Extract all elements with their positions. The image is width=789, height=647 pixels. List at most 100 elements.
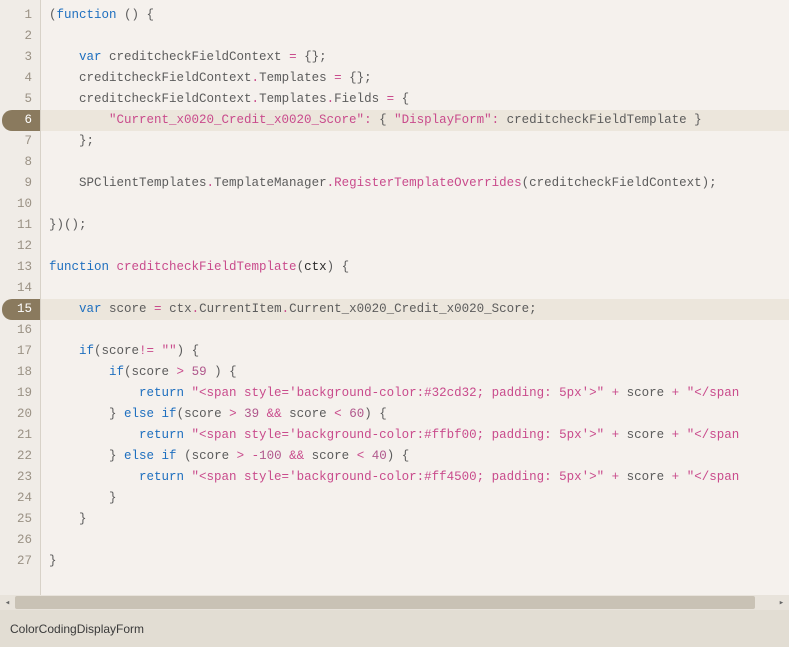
code-token: creditcheckFieldTemplate } (499, 113, 702, 127)
code-token: != (139, 344, 154, 358)
line-number[interactable]: 19 (0, 383, 40, 404)
line-number[interactable]: 23 (0, 467, 40, 488)
code-token: ctx (304, 260, 327, 274)
line-number[interactable]: 15 (2, 299, 40, 320)
line-number[interactable]: 18 (0, 362, 40, 383)
code-line[interactable]: "Current_x0020_Credit_x0020_Score": { "D… (41, 110, 789, 131)
code-line[interactable]: var creditcheckFieldContext = {}; (41, 47, 789, 68)
code-token: creditcheckFieldTemplate (117, 260, 297, 274)
code-token: TemplateManager (214, 176, 327, 190)
code-token: 60 (349, 407, 364, 421)
code-token: ctx (162, 302, 192, 316)
line-number[interactable]: 13 (0, 257, 40, 278)
code-line[interactable]: function creditcheckFieldTemplate(ctx) { (41, 257, 789, 278)
code-token: (creditcheckFieldContext); (522, 176, 717, 190)
line-number[interactable]: 24 (0, 488, 40, 509)
code-line[interactable]: if(score!= "") { (41, 341, 789, 362)
line-number[interactable]: 16 (0, 320, 40, 341)
code-editor[interactable]: 1234567891011121314151617181920212223242… (0, 0, 789, 610)
code-token: () { (117, 8, 155, 22)
code-token: < (334, 407, 342, 421)
line-number[interactable]: 17 (0, 341, 40, 362)
line-number[interactable]: 20 (0, 404, 40, 425)
line-number[interactable]: 14 (0, 278, 40, 299)
line-number[interactable]: 1 (0, 5, 40, 26)
code-token: "</span (687, 386, 740, 400)
code-line[interactable] (41, 26, 789, 47)
code-token (49, 344, 79, 358)
code-line[interactable]: } (41, 551, 789, 572)
code-token: creditcheckFieldContext (49, 92, 252, 106)
line-number[interactable]: 7 (0, 131, 40, 152)
code-line[interactable]: })(); (41, 215, 789, 236)
code-line[interactable]: } else if (score > -100 && score < 40) { (41, 446, 789, 467)
code-line[interactable]: (function () { (41, 5, 789, 26)
code-token: : (364, 113, 372, 127)
line-number[interactable]: 5 (0, 89, 40, 110)
code-line[interactable]: } (41, 509, 789, 530)
code-area[interactable]: (function () { var creditcheckFieldConte… (41, 0, 789, 610)
code-token: ) { (327, 260, 350, 274)
code-token (604, 428, 612, 442)
line-number[interactable]: 10 (0, 194, 40, 215)
code-line[interactable]: return "<span style='background-color:#f… (41, 425, 789, 446)
code-token: else (124, 407, 154, 421)
line-number[interactable]: 4 (0, 68, 40, 89)
scroll-left-arrow[interactable]: ◂ (0, 595, 15, 610)
code-token (109, 260, 117, 274)
code-token (184, 386, 192, 400)
code-token: "Current_x0020_Credit_x0020_Score" (109, 113, 364, 127)
line-number[interactable]: 22 (0, 446, 40, 467)
code-line[interactable] (41, 236, 789, 257)
code-token: = (387, 92, 395, 106)
line-number[interactable]: 3 (0, 47, 40, 68)
code-line[interactable]: }; (41, 131, 789, 152)
code-line[interactable]: return "<span style='background-color:#f… (41, 467, 789, 488)
code-token: if (79, 344, 94, 358)
scrollbar-thumb[interactable] (15, 596, 755, 609)
code-line[interactable]: creditcheckFieldContext.Templates = {}; (41, 68, 789, 89)
code-token: && (267, 407, 282, 421)
code-token: (score (124, 365, 177, 379)
line-number[interactable]: 2 (0, 26, 40, 47)
code-line[interactable] (41, 320, 789, 341)
code-line[interactable]: return "<span style='background-color:#3… (41, 383, 789, 404)
code-content[interactable]: (function () { var creditcheckFieldConte… (41, 0, 789, 572)
line-number[interactable]: 11 (0, 215, 40, 236)
line-number[interactable]: 9 (0, 173, 40, 194)
code-token: {}; (342, 71, 372, 85)
code-line[interactable] (41, 278, 789, 299)
code-token: } (49, 491, 117, 505)
code-token: score (304, 449, 357, 463)
code-line[interactable]: var score = ctx.CurrentItem.Current_x002… (41, 299, 789, 320)
code-token: Templates (259, 92, 327, 106)
code-line[interactable]: creditcheckFieldContext.Templates.Fields… (41, 89, 789, 110)
code-token: var (79, 302, 102, 316)
line-number[interactable]: 21 (0, 425, 40, 446)
horizontal-scrollbar[interactable]: ◂ ▸ (0, 595, 789, 610)
line-number[interactable]: 27 (0, 551, 40, 572)
code-line[interactable]: } else if(score > 39 && score < 60) { (41, 404, 789, 425)
line-number[interactable]: 26 (0, 530, 40, 551)
code-line[interactable] (41, 152, 789, 173)
line-number-gutter: 1234567891011121314151617181920212223242… (0, 0, 40, 610)
line-number[interactable]: 12 (0, 236, 40, 257)
code-token (679, 428, 687, 442)
line-number[interactable]: 25 (0, 509, 40, 530)
code-token: . (192, 302, 200, 316)
code-line[interactable]: } (41, 488, 789, 509)
code-line[interactable]: if(score > 59 ) { (41, 362, 789, 383)
code-line[interactable]: SPClientTemplates.TemplateManager.Regist… (41, 173, 789, 194)
code-token: var (79, 50, 102, 64)
code-token: function (57, 8, 117, 22)
code-token: . (282, 302, 290, 316)
code-line[interactable] (41, 194, 789, 215)
code-token: "<span style='background-color:#32cd32; … (192, 386, 605, 400)
code-token: "" (162, 344, 177, 358)
line-number[interactable]: 8 (0, 152, 40, 173)
scroll-right-arrow[interactable]: ▸ (774, 595, 789, 610)
scrollbar-track[interactable] (15, 595, 774, 610)
line-number[interactable]: 6 (2, 110, 40, 131)
code-token: . (207, 176, 215, 190)
code-line[interactable] (41, 530, 789, 551)
